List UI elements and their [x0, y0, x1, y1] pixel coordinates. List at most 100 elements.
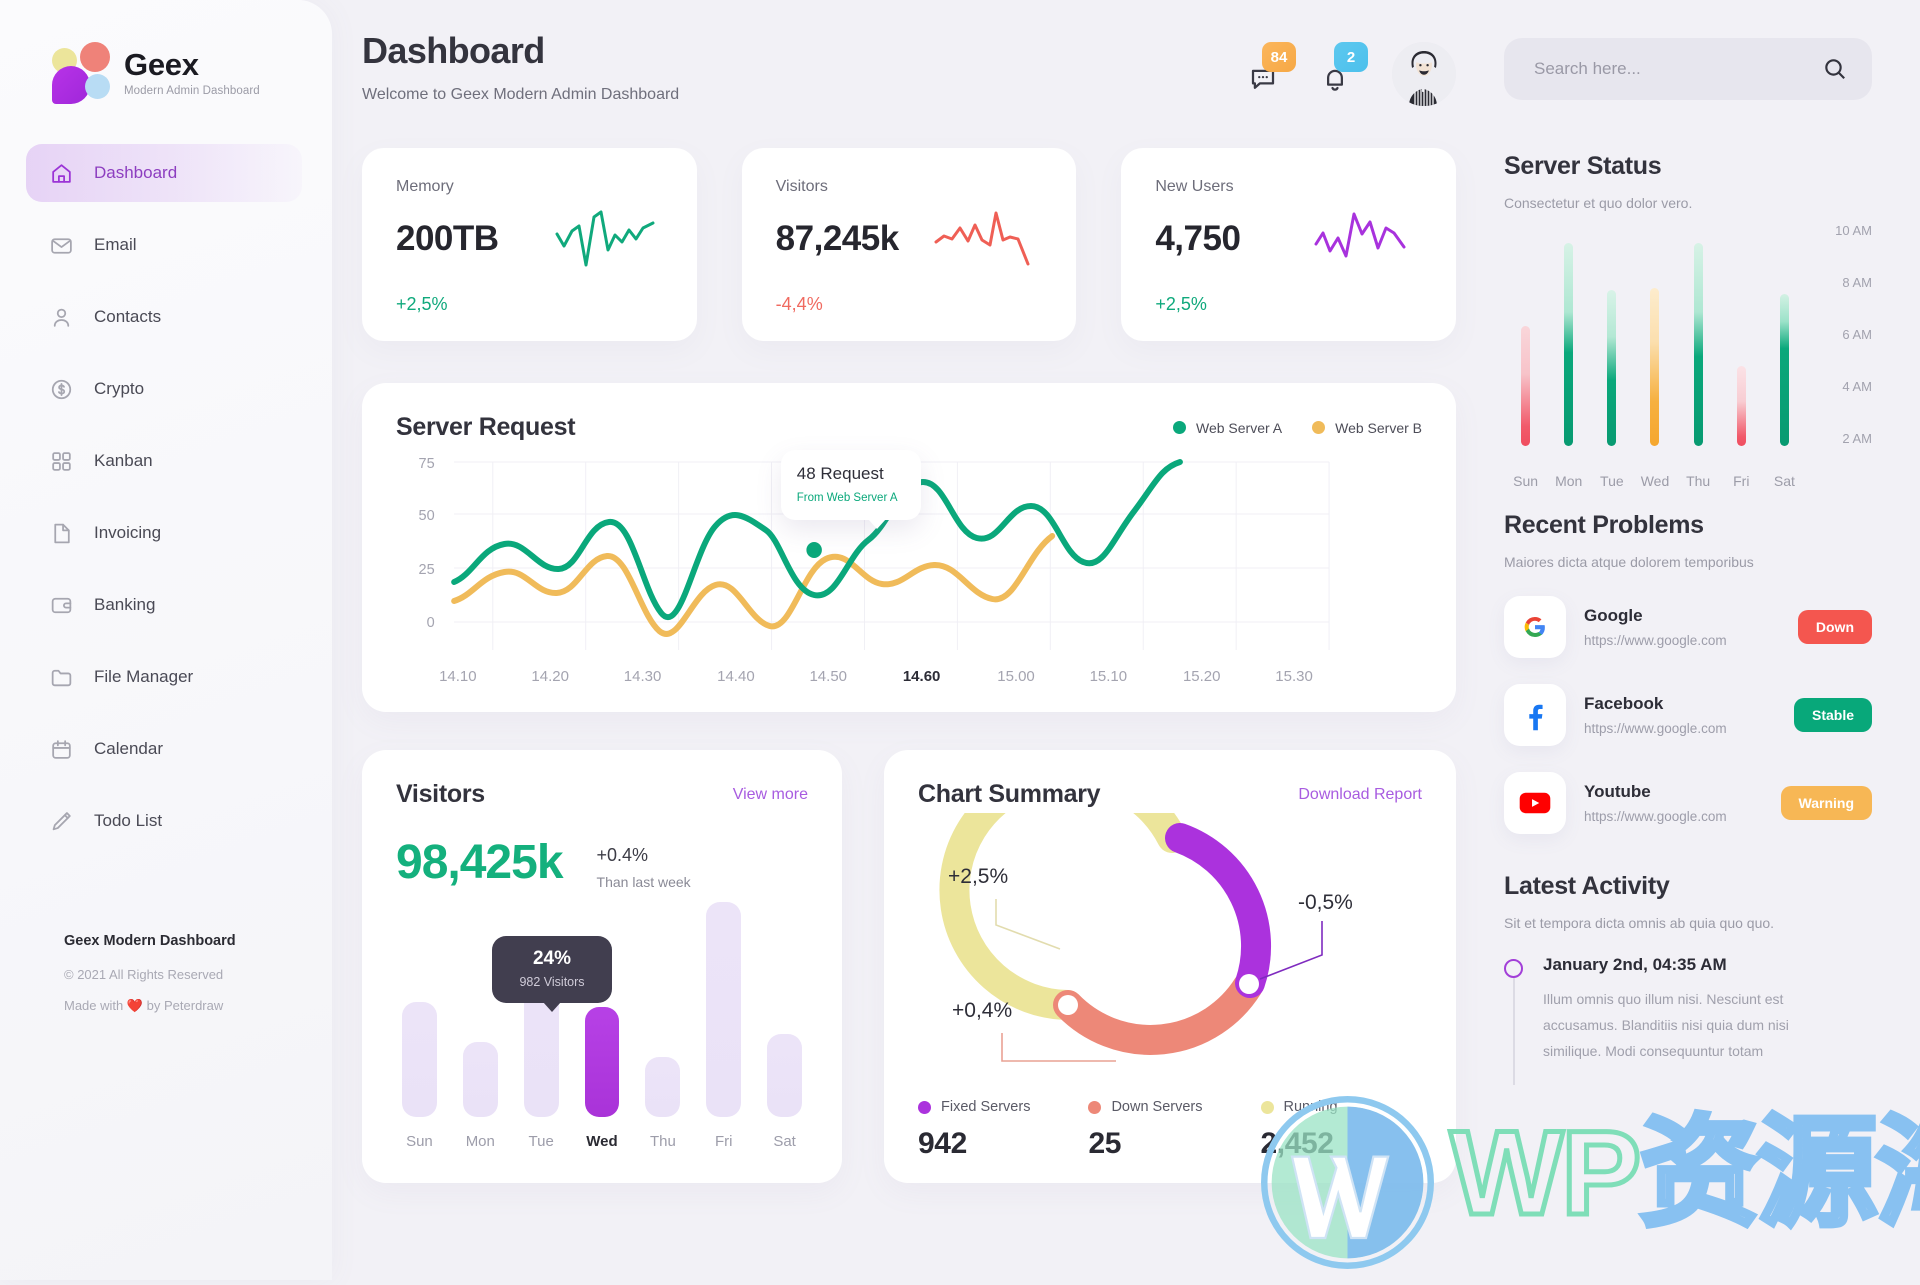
status-bar [1564, 243, 1574, 446]
sidebar-footer-credit: Made with ❤️ by Peterdraw [64, 998, 224, 1013]
x-tick: 14.10 [439, 668, 477, 685]
sidebar-item-dashboard[interactable]: Dashboard [26, 144, 302, 202]
chart-summary-donut[interactable]: +2,5% -0,5% +0,4% [918, 813, 1422, 1093]
download-report-link[interactable]: Download Report [1298, 786, 1422, 804]
x-tick: Fri [1733, 473, 1750, 489]
sidebar-item-todo-list[interactable]: Todo List [26, 792, 302, 850]
status-badge[interactable]: Stable [1793, 698, 1872, 732]
problem-row-facebook[interactable]: Facebook https://www.google.com Stable [1504, 684, 1872, 746]
status-badge[interactable]: Warning [1780, 786, 1872, 820]
recent-problems-title: Recent Problems [1504, 511, 1704, 539]
visitors-delta: +0.4% [596, 845, 649, 865]
bar-column: Sat [767, 1034, 803, 1150]
x-tick: 15.10 [1089, 668, 1128, 685]
server-request-panel: Server Request Web Server A Web Server B [362, 383, 1456, 712]
sidebar-item-calendar[interactable]: Calendar [26, 720, 302, 778]
panel-title: Server Request [396, 413, 576, 441]
x-tick: 15.20 [1182, 668, 1221, 685]
sidebar-item-kanban[interactable]: Kanban [26, 432, 302, 490]
x-tick: Sun [1513, 473, 1539, 489]
stat-card-visitors[interactable]: Visitors 87,245k -4,4% [741, 148, 1077, 341]
legend-swatch [1172, 421, 1186, 434]
problem-row-google[interactable]: Google https://www.google.com Down [1504, 596, 1872, 658]
sidebar-item-contacts[interactable]: Contacts [26, 288, 302, 346]
sidebar-item-email[interactable]: Email [26, 216, 302, 274]
notifications-button[interactable]: 2 [1320, 42, 1368, 94]
legend-swatch [1312, 421, 1326, 434]
stat-label: Memory [396, 178, 454, 195]
bar-column: Sun [402, 1002, 437, 1150]
chat-button[interactable]: 84 [1248, 42, 1296, 94]
sidebar-item-banking[interactable]: Banking [26, 576, 302, 634]
search-bar[interactable] [1504, 38, 1872, 100]
folder-icon [48, 664, 74, 690]
callout-minus-0-5: -0,5% [1298, 891, 1353, 914]
legend-swatch [1260, 1100, 1274, 1114]
visitors-panel: Visitors View more 98,425k +0.4% Than la… [362, 750, 842, 1183]
chat-badge: 84 [1262, 42, 1296, 72]
brand-tagline: Modern Admin Dashboard [124, 85, 260, 98]
search-input[interactable] [1534, 59, 1822, 79]
problem-row-youtube[interactable]: Youtube https://www.google.com Warning [1504, 772, 1872, 834]
status-bar-column [1547, 231, 1590, 446]
view-more-link[interactable]: View more [733, 786, 808, 804]
sidebar-item-invoicing[interactable]: Invoicing [26, 504, 302, 562]
server-status-title: Server Status [1504, 152, 1662, 180]
y-tick: 6 AM [1842, 327, 1872, 342]
sidebar: Geex Modern Admin Dashboard Dashboard Em… [0, 0, 332, 1280]
stat-value: 200TB [396, 219, 499, 258]
notifications-badge: 2 [1334, 42, 1368, 72]
status-bar [1521, 326, 1531, 446]
user-icon [48, 304, 74, 330]
sidebar-footer-title: Geex Modern Dashboard [64, 933, 236, 949]
problem-name: Google [1584, 606, 1643, 625]
status-bar-column [1720, 231, 1763, 446]
server-status-chart[interactable]: 10 AM 8 AM 6 AM 4 AM 2 AM Sun Mon Tue We… [1504, 223, 1872, 489]
sidebar-item-label: Kanban [94, 451, 153, 470]
dollar-circle-icon [48, 376, 74, 402]
bar-highlighted[interactable] [584, 1007, 620, 1117]
status-badge[interactable]: Down [1797, 610, 1872, 644]
activity-body: Illum omnis quo illum nisi. Nesciunt est… [1543, 991, 1789, 1059]
stat-card-new-users[interactable]: New Users 4,750 +2,5% [1121, 148, 1457, 341]
callout-plus-2-5: +2,5% [948, 865, 1008, 888]
chart-summary-legend: Fixed Servers 942 Down Servers 25 Runnin… [918, 1099, 1422, 1161]
brand-name: Geex [124, 46, 199, 82]
geex-logo-icon [52, 42, 110, 104]
brand[interactable]: Geex Modern Admin Dashboard [0, 34, 332, 104]
server-request-chart[interactable]: 75 50 25 0 48 Request From Web Server A … [396, 450, 1422, 685]
timeline-dot-icon [1504, 959, 1523, 978]
activity-time: January 2nd, 04:35 AM [1543, 955, 1727, 974]
x-tick: 14.50 [809, 668, 848, 685]
status-bar-column [1504, 231, 1547, 446]
facebook-icon [1504, 684, 1566, 746]
header-actions: 84 2 [1248, 30, 1456, 106]
tooltip-value: 48 Request [796, 464, 884, 483]
activity-item[interactable]: January 2nd, 04:35 AM Illum omnis quo il… [1504, 955, 1872, 1085]
sidebar-footer: Geex Modern Dashboard © 2021 All Rights … [64, 933, 236, 1014]
search-icon[interactable] [1822, 56, 1848, 82]
dashboard-app: Geex Modern Admin Dashboard Dashboard Em… [0, 0, 1920, 1280]
stat-delta: +2,5% [1155, 294, 1207, 314]
envelope-icon [48, 232, 74, 258]
sidebar-item-label: Todo List [94, 811, 163, 830]
x-tick: Sat [1773, 473, 1795, 489]
sidebar-item-crypto[interactable]: Crypto [26, 360, 302, 418]
chart-summary-panel: Chart Summary Download Report +2,5% -0,5… [884, 750, 1456, 1183]
page-title: Dashboard [362, 30, 545, 71]
y-tick: 2 AM [1842, 431, 1872, 446]
sidebar-item-label: Email [94, 235, 137, 254]
sparkline-visitors [934, 211, 1030, 266]
problem-url: https://www.google.com [1584, 721, 1727, 736]
right-rail: Server Status Consectetur et quo dolor v… [1490, 0, 1920, 1280]
panel-title: Visitors [396, 780, 485, 808]
recent-problems-subtitle: Maiores dicta atque dolorem temporibus [1504, 554, 1754, 570]
visitors-bar-chart[interactable]: 24% 982 Visitors Sun Mon Tue Wed Thu Fri… [396, 900, 808, 1150]
stat-card-memory[interactable]: Memory 200TB +2,5% [362, 148, 697, 341]
avatar[interactable] [1392, 42, 1456, 106]
y-tick: 8 AM [1842, 275, 1872, 290]
server-status-y-axis: 10 AM 8 AM 6 AM 4 AM 2 AM [1816, 223, 1872, 446]
legend-item-running: Running 2,452 [1260, 1099, 1338, 1161]
sidebar-item-file-manager[interactable]: File Manager [26, 648, 302, 706]
svg-text:0: 0 [427, 615, 435, 631]
